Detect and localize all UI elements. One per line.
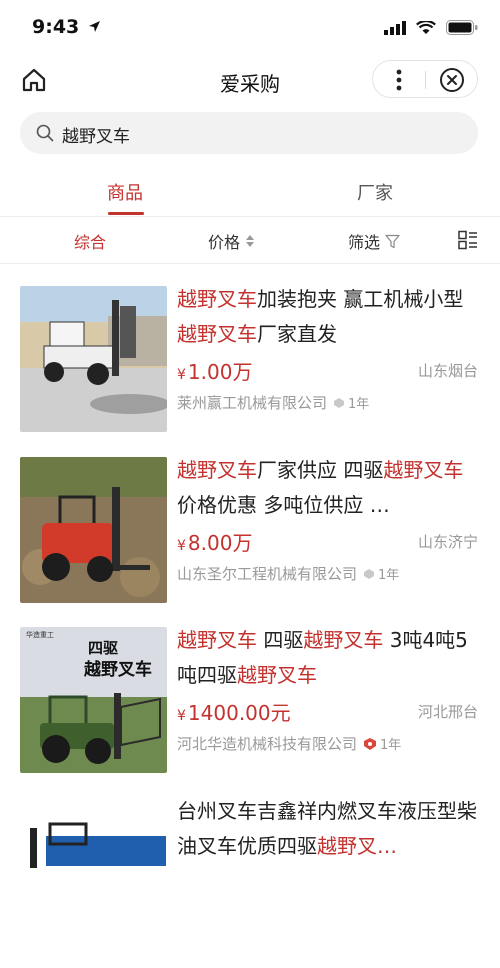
sort-default-label: 综合 — [74, 233, 107, 252]
status-time: 9:43 — [32, 16, 101, 38]
signal-icon — [384, 20, 406, 35]
status-icons — [384, 20, 478, 35]
product-location: 山东济宁 — [417, 533, 478, 551]
product-company: 山东圣尔工程机械有限公司 1年 — [177, 563, 399, 584]
product-title: 越野叉车加装抱夹 赢工机械小型越野叉车厂家直发 — [177, 282, 477, 352]
wifi-icon — [416, 20, 436, 34]
close-circle-icon[interactable] — [439, 67, 465, 93]
member-years-text: 1年 — [378, 568, 400, 583]
filter-label: 筛选 — [348, 233, 381, 252]
badge-icon — [334, 397, 345, 408]
tab-active-indicator — [108, 212, 144, 215]
product-company: 莱州赢工机械有限公司 1年 — [177, 392, 369, 413]
tabs: 商品 厂家 — [0, 170, 500, 216]
status-time-text: 9:43 — [32, 16, 80, 38]
product-card[interactable]: 台州叉车吉鑫祥内燃叉车液压型柴油叉车优质四驱越野叉… — [0, 798, 500, 968]
product-image — [20, 457, 167, 603]
price-value: 1.00万 — [187, 360, 253, 384]
sort-price-label: 价格 — [208, 233, 241, 252]
sort-arrows-icon — [246, 235, 255, 247]
badge-icon — [364, 737, 377, 750]
status-bar: 9:43 — [0, 0, 500, 58]
title-text: 厂家供应 四驱 — [257, 458, 384, 482]
price-symbol: ¥ — [177, 538, 186, 554]
funnel-icon — [385, 234, 400, 248]
product-card[interactable]: 越野叉车加装抱夹 赢工机械小型越野叉车厂家直发 ¥1.00万 山东烟台 莱州赢工… — [0, 286, 500, 456]
title-highlight: 越野叉… — [317, 834, 397, 858]
title-highlight: 越野叉车 — [177, 322, 257, 346]
more-icon[interactable] — [395, 68, 403, 92]
capsule-divider — [425, 71, 426, 89]
title-highlight: 越野叉车 — [177, 287, 257, 311]
member-years-text: 1年 — [380, 738, 402, 753]
price-value: 1400.00元 — [187, 701, 291, 725]
tab-manufacturers[interactable]: 厂家 — [357, 179, 393, 205]
price-symbol: ¥ — [177, 708, 186, 724]
company-name: 莱州赢工机械有限公司 — [177, 394, 328, 412]
location-arrow-icon — [88, 21, 100, 32]
mini-program-capsule — [372, 60, 478, 98]
company-name: 河北华造机械科技有限公司 — [177, 735, 358, 753]
title-highlight: 越野叉车 — [237, 663, 317, 687]
product-location: 山东烟台 — [417, 362, 478, 380]
title-text: 厂家直发 — [257, 322, 337, 346]
battery-icon — [446, 20, 478, 35]
product-location: 河北邢台 — [417, 703, 478, 721]
title-highlight: 越野叉车 — [177, 458, 257, 482]
product-title: 越野叉车厂家供应 四驱越野叉车价格优惠 多吨位供应 … — [177, 453, 477, 523]
search-query: 越野叉车 — [62, 127, 130, 147]
product-price: ¥1.00万 — [177, 356, 252, 385]
search-icon — [36, 124, 54, 142]
product-title: 台州叉车吉鑫祥内燃叉车液压型柴油叉车优质四驱越野叉… — [177, 794, 477, 864]
title-text: 加装抱夹 赢工机械小型 — [257, 287, 464, 311]
product-price: ¥8.00万 — [177, 527, 252, 556]
member-years: 1年 — [363, 734, 401, 753]
company-name: 山东圣尔工程机械有限公司 — [177, 565, 358, 583]
member-years-text: 1年 — [348, 397, 370, 412]
search-input[interactable]: 越野叉车 — [20, 112, 478, 154]
tab-products[interactable]: 商品 — [107, 179, 143, 205]
price-symbol: ¥ — [177, 367, 186, 383]
filter-bar: 综合 价格 筛选 — [0, 216, 500, 264]
product-title: 越野叉车 四驱越野叉车 3吨4吨5吨四驱越野叉车 — [177, 623, 477, 693]
product-image — [20, 798, 167, 944]
product-company: 河北华造机械科技有限公司 1年 — [177, 733, 401, 754]
title-text: 四驱 — [257, 628, 304, 652]
image-line1: 四驱 — [88, 639, 118, 657]
badge-icon — [364, 568, 375, 579]
sort-default[interactable]: 综合 — [74, 229, 106, 253]
product-image: 华造重工 四驱 越野叉车 — [20, 627, 167, 773]
product-image — [20, 286, 167, 432]
product-card[interactable]: 越野叉车厂家供应 四驱越野叉车价格优惠 多吨位供应 … ¥8.00万 山东济宁 … — [0, 457, 500, 627]
title-highlight: 越野叉车 — [383, 458, 464, 482]
image-line2: 越野叉车 — [83, 659, 152, 680]
image-brand: 华造重工 — [26, 630, 54, 639]
filter-button[interactable]: 筛选 — [348, 229, 400, 253]
member-years: 1年 — [363, 564, 399, 583]
member-years: 1年 — [333, 393, 369, 412]
list-layout-icon[interactable] — [458, 230, 478, 250]
product-card[interactable]: 华造重工 四驱 越野叉车 越野叉车 四驱越野叉车 3吨4吨5吨四驱越野叉车 ¥1… — [0, 627, 500, 797]
title-highlight: 越野叉车 — [177, 628, 257, 652]
product-price: ¥1400.00元 — [177, 697, 291, 726]
sort-price[interactable]: 价格 — [208, 229, 255, 253]
price-value: 8.00万 — [187, 531, 253, 555]
title-text: 价格优惠 多吨位供应 … — [177, 493, 390, 517]
nav-bar: 爱采购 — [0, 58, 500, 104]
title-highlight: 越野叉车 — [303, 628, 384, 652]
